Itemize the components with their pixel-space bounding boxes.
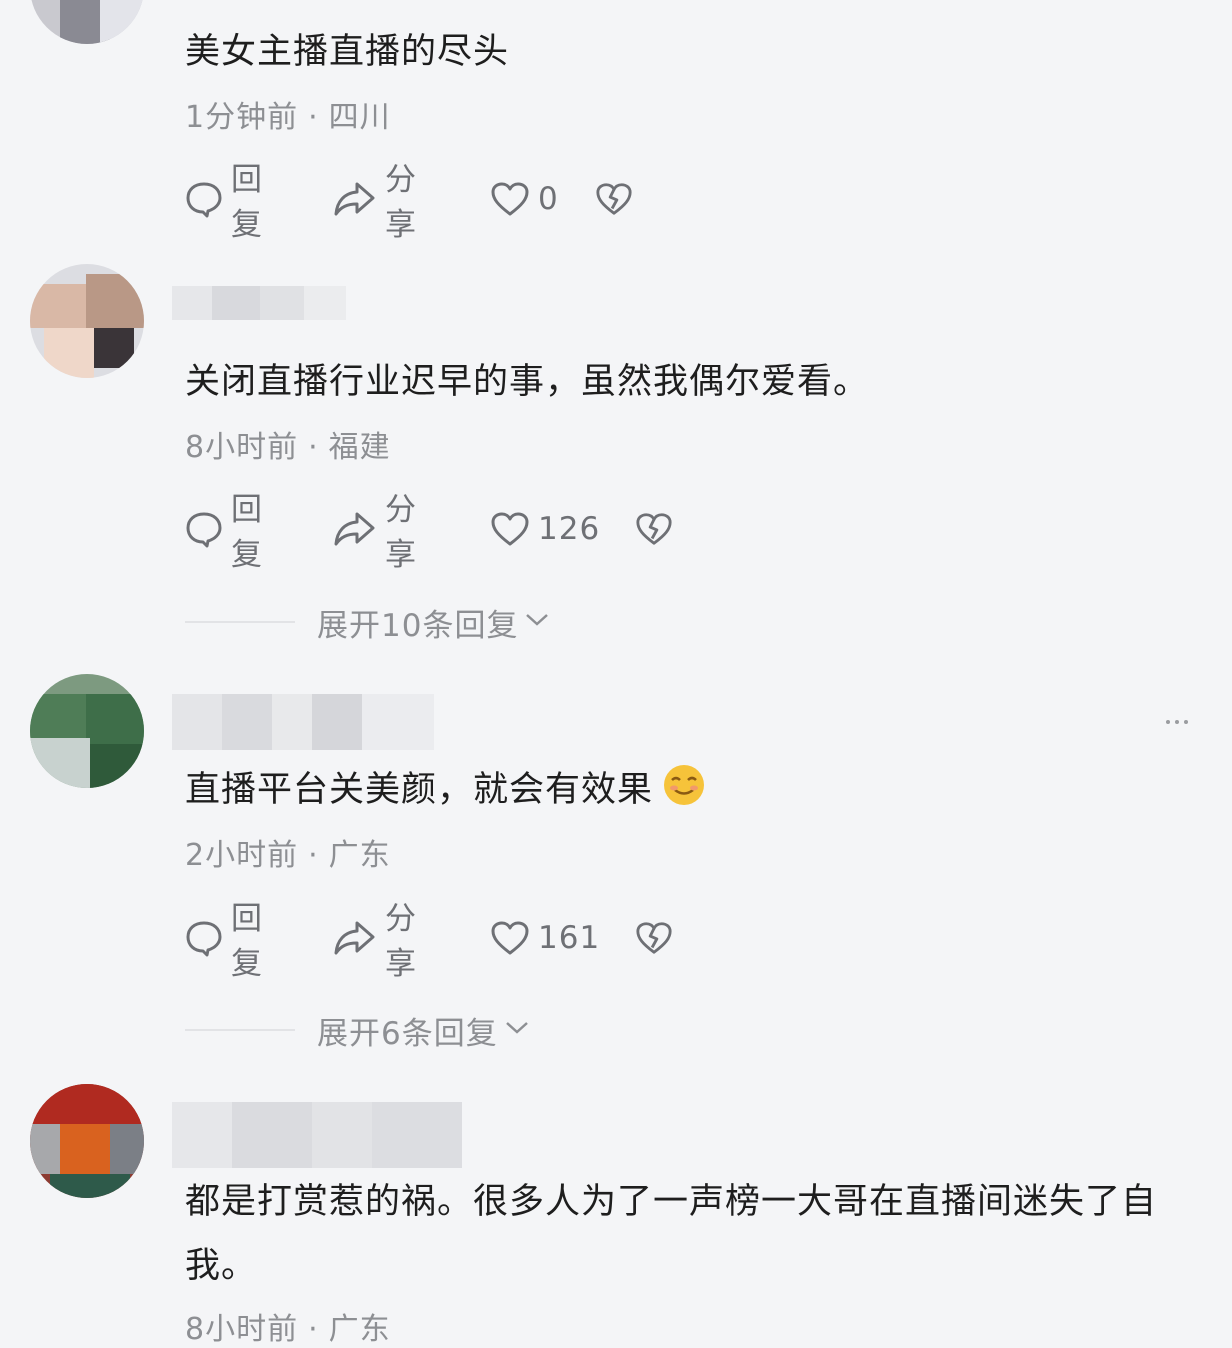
comment-icon xyxy=(185,510,223,548)
reply-button[interactable]: 回复 xyxy=(185,162,263,243)
username-blurred[interactable] xyxy=(172,694,434,750)
expand-replies[interactable]: 展开6条回复 xyxy=(185,1010,605,1052)
share-label: 分享 xyxy=(385,492,417,573)
username-blurred[interactable] xyxy=(172,1102,462,1168)
reply-label: 回复 xyxy=(231,162,263,243)
like-button[interactable]: 126 xyxy=(490,507,600,551)
dislike-button[interactable] xyxy=(635,916,673,960)
dislike-button[interactable] xyxy=(595,177,633,221)
like-count: 126 xyxy=(538,511,601,547)
smile-emoji-icon xyxy=(661,763,707,826)
username-blurred[interactable] xyxy=(172,286,346,320)
comment-text: 都是打赏惹的祸。很多人为了一声榜一大哥在直播间迷失了自我。 xyxy=(185,1182,1158,1286)
chevron-down-icon xyxy=(524,612,550,632)
comment-item: 美女主播直播的尽头 1分钟前 · 四川 回复 分享 0 xyxy=(0,0,1232,243)
like-button[interactable]: 161 xyxy=(490,916,600,960)
share-label: 分享 xyxy=(385,162,417,243)
avatar[interactable] xyxy=(30,264,144,378)
share-button[interactable]: 分享 xyxy=(333,901,417,982)
comment-meta: 8小时前 · 广东 xyxy=(185,1304,391,1348)
broken-heart-icon xyxy=(595,181,633,217)
avatar[interactable] xyxy=(30,0,144,44)
expand-replies-label: 展开6条回复 xyxy=(317,1015,498,1052)
broken-heart-icon xyxy=(635,511,673,547)
reply-label: 回复 xyxy=(231,901,263,982)
share-button[interactable]: 分享 xyxy=(333,162,417,243)
like-button[interactable]: 0 xyxy=(490,177,559,221)
broken-heart-icon xyxy=(635,920,673,956)
meta-separator: · xyxy=(308,430,319,465)
comment-icon xyxy=(185,919,223,957)
comment-text: 美女主播直播的尽头 xyxy=(185,32,510,72)
comment-item: 都是打赏惹的祸。很多人为了一声榜一大哥在直播间迷失了自我。 8小时前 · 广东 xyxy=(0,1070,1232,1347)
meta-separator: · xyxy=(308,100,319,135)
share-icon xyxy=(333,919,377,957)
comment-icon xyxy=(185,180,223,218)
comment-item: 直播平台关美颜，就会有效果 2小时前 · 广东 回复 分享 161 展开6条回复 xyxy=(0,660,1232,1070)
meta-separator: · xyxy=(308,838,319,873)
share-label: 分享 xyxy=(385,901,417,982)
comment-location: 四川 xyxy=(328,100,391,135)
reply-button[interactable]: 回复 xyxy=(185,901,263,982)
avatar[interactable] xyxy=(30,674,144,788)
expand-replies-label: 展开10条回复 xyxy=(317,607,519,644)
chevron-down-icon xyxy=(504,1020,530,1040)
comment-text: 直播平台关美颜，就会有效果 xyxy=(185,760,1195,826)
heart-icon xyxy=(490,181,530,217)
comment-text: 关闭直播行业迟早的事，虽然我偶尔爱看。 xyxy=(185,362,870,402)
comment-meta: 1分钟前 · 四川 xyxy=(185,92,391,136)
divider xyxy=(185,621,295,623)
reply-button[interactable]: 回复 xyxy=(185,492,263,573)
comment-time: 2小时前 xyxy=(185,838,299,873)
comment-meta: 8小时前 · 福建 xyxy=(185,422,391,466)
divider xyxy=(185,1029,295,1031)
comment-location: 福建 xyxy=(328,430,391,465)
expand-replies[interactable]: 展开10条回复 xyxy=(185,602,605,644)
reply-label: 回复 xyxy=(231,492,263,573)
comment-time: 1分钟前 xyxy=(185,100,299,135)
avatar[interactable] xyxy=(30,1084,144,1198)
share-button[interactable]: 分享 xyxy=(333,492,417,573)
more-icon[interactable] xyxy=(1166,720,1188,724)
comment-text-content: 直播平台关美颜，就会有效果 xyxy=(185,770,654,810)
share-icon xyxy=(333,510,377,548)
dislike-button[interactable] xyxy=(635,507,673,551)
heart-icon xyxy=(490,511,530,547)
share-icon xyxy=(333,180,377,218)
like-count: 161 xyxy=(538,920,601,956)
comment-meta: 2小时前 · 广东 xyxy=(185,830,391,874)
like-count: 0 xyxy=(538,181,559,217)
comment-location: 广东 xyxy=(328,838,391,873)
heart-icon xyxy=(490,920,530,956)
comment-time: 8小时前 xyxy=(185,430,299,465)
comment-item: 关闭直播行业迟早的事，虽然我偶尔爱看。 8小时前 · 福建 回复 分享 126 xyxy=(0,240,1232,660)
